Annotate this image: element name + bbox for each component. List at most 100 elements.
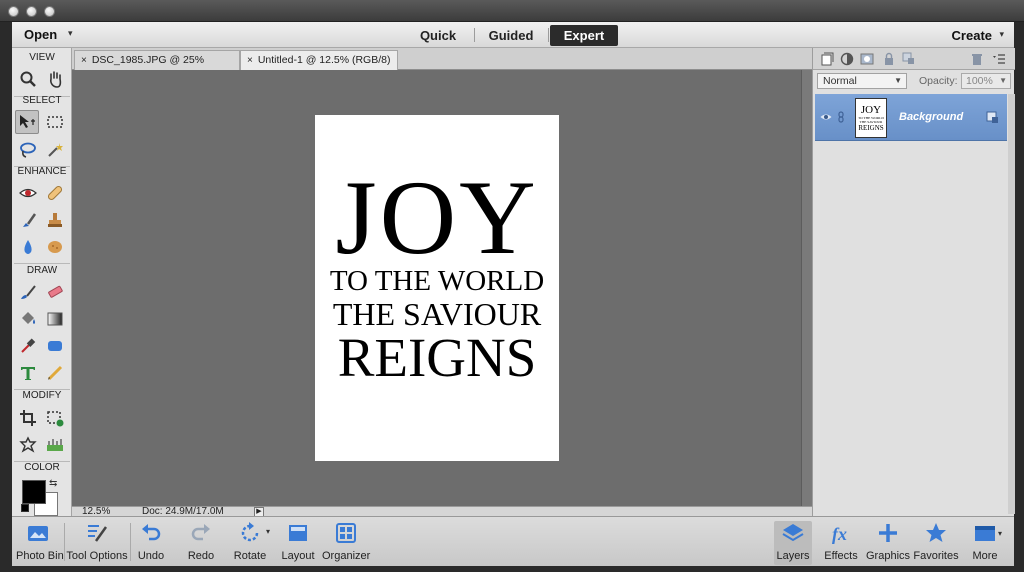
- layers-scrollbar[interactable]: [1008, 94, 1015, 514]
- eraser-icon: [48, 285, 63, 298]
- layout-button[interactable]: Layout: [280, 521, 316, 565]
- visibility-eye-icon[interactable]: [820, 111, 832, 123]
- blur-tool[interactable]: [16, 235, 40, 259]
- layer-name[interactable]: Background: [899, 111, 963, 123]
- canvas-text-to-the-world: TO THE WORLD: [329, 265, 545, 297]
- tab-dsc-1985[interactable]: ×DSC_1985.JPG @ 25% (RGB/8) *: [74, 50, 240, 85]
- cookie-cutter-tool[interactable]: [16, 433, 40, 457]
- mode-quick[interactable]: Quick: [410, 25, 466, 46]
- undo-button[interactable]: Undo: [136, 521, 166, 565]
- lock-transparent-button[interactable]: [901, 51, 917, 67]
- eyedropper-tool[interactable]: [16, 334, 40, 358]
- organizer-button[interactable]: Organizer: [322, 521, 370, 565]
- rotate-button[interactable]: Rotate: [232, 521, 268, 565]
- layer-row-background[interactable]: JOY TO THE WORLD THE SAVIOUR REIGNS Back…: [815, 94, 1007, 141]
- brush-icon: [23, 213, 37, 227]
- marquee-tool[interactable]: [43, 110, 67, 134]
- eraser-tool[interactable]: [43, 280, 67, 304]
- gradient-tool[interactable]: [43, 307, 67, 331]
- gradient-icon: [47, 312, 63, 326]
- chevron-down-icon[interactable]: ▾: [68, 28, 73, 39]
- spot-healing-tool[interactable]: [43, 181, 67, 205]
- zoom-tool[interactable]: [16, 67, 40, 91]
- stamp-icon: [48, 213, 62, 227]
- more-button[interactable]: More: [968, 521, 1002, 565]
- canvas-area[interactable]: JOY TO THE WORLD THE SAVIOUR REIGNS: [72, 70, 801, 506]
- chevron-down-icon: ▼: [894, 76, 902, 85]
- sponge-icon: [48, 241, 62, 253]
- blend-mode-value: Normal: [823, 75, 857, 87]
- magic-wand-icon: [48, 143, 63, 157]
- create-menu[interactable]: Create: [952, 28, 992, 43]
- mode-expert[interactable]: Expert: [550, 25, 618, 46]
- mode-guided[interactable]: Guided: [480, 25, 542, 46]
- link-icon[interactable]: [836, 111, 846, 123]
- divider: [64, 523, 65, 561]
- section-label-draw: DRAW: [26, 265, 58, 276]
- favorites-button[interactable]: Favorites: [912, 521, 960, 565]
- close-icon[interactable]: ×: [247, 55, 253, 66]
- document-canvas[interactable]: JOY TO THE WORLD THE SAVIOUR REIGNS: [315, 115, 559, 461]
- graphics-button[interactable]: Graphics: [866, 521, 910, 565]
- chevron-down-icon[interactable]: ▾: [999, 29, 1004, 40]
- smart-brush-tool[interactable]: [16, 208, 40, 232]
- divider: [130, 523, 131, 561]
- mask-icon: [860, 53, 874, 65]
- lasso-tool[interactable]: [16, 138, 40, 162]
- clone-stamp-tool[interactable]: [43, 208, 67, 232]
- blend-mode-select[interactable]: Normal ▼: [817, 73, 907, 89]
- opacity-label: Opacity:: [919, 75, 958, 87]
- close-window-button[interactable]: [8, 6, 19, 17]
- photo-bin-button[interactable]: Photo Bin: [16, 521, 64, 565]
- sponge-tool[interactable]: [43, 235, 67, 259]
- add-mask-button[interactable]: [859, 51, 875, 67]
- layers-button[interactable]: Layers: [774, 521, 812, 565]
- recompose-tool[interactable]: [43, 406, 67, 430]
- shape-tool[interactable]: [43, 334, 67, 358]
- zoom-window-button[interactable]: [44, 6, 55, 17]
- layers-panel: Normal ▼ Opacity: 100% ▼ JOY TO THE WORL…: [812, 48, 1015, 516]
- magic-wand-tool[interactable]: [43, 138, 67, 162]
- paint-bucket-tool[interactable]: [16, 307, 40, 331]
- close-icon[interactable]: ×: [81, 55, 87, 66]
- chevron-down-icon: ▼: [999, 76, 1007, 85]
- magnifier-icon: [20, 71, 36, 87]
- move-tool[interactable]: [15, 110, 39, 134]
- straighten-tool[interactable]: [43, 433, 67, 457]
- chevron-down-icon[interactable]: ▾: [998, 529, 1002, 538]
- foreground-color-swatch[interactable]: [22, 480, 46, 504]
- photo-bin-label: Photo Bin: [16, 550, 64, 562]
- tab-untitled-1[interactable]: ×Untitled-1 @ 12.5% (RGB/8) *: [240, 50, 398, 85]
- pencil-icon: [47, 365, 63, 381]
- lock-all-button[interactable]: [881, 51, 897, 67]
- default-colors-icon[interactable]: [21, 504, 29, 512]
- section-label-enhance: ENHANCE: [17, 166, 67, 177]
- new-layer-button[interactable]: [819, 51, 835, 67]
- swap-colors-icon[interactable]: ⇆: [49, 478, 57, 489]
- hand-tool[interactable]: [43, 67, 67, 91]
- thumb-text-joy: JOY: [860, 104, 882, 116]
- rotate-icon: [241, 522, 259, 542]
- layer-thumbnail[interactable]: JOY TO THE WORLD THE SAVIOUR REIGNS: [855, 98, 887, 138]
- brush-tool[interactable]: [16, 280, 40, 304]
- minimize-window-button[interactable]: [26, 6, 37, 17]
- type-tool[interactable]: [16, 361, 40, 385]
- chevron-down-icon[interactable]: ▾: [266, 527, 270, 536]
- vertical-scrollbar[interactable]: [801, 70, 812, 506]
- red-eye-tool[interactable]: [16, 181, 40, 205]
- opacity-field[interactable]: 100% ▼: [961, 73, 1011, 89]
- text-t-icon: [21, 367, 35, 380]
- panel-menu-button[interactable]: [991, 51, 1007, 67]
- water-drop-icon: [24, 240, 32, 254]
- open-menu[interactable]: Open: [24, 27, 57, 42]
- redo-button[interactable]: Redo: [186, 521, 216, 565]
- document-tab-bar: ×DSC_1985.JPG @ 25% (RGB/8) * ×Untitled-…: [72, 48, 812, 85]
- tool-options-button[interactable]: Tool Options: [66, 521, 128, 565]
- eyedropper-icon: [21, 338, 36, 353]
- more-icon: [975, 526, 995, 541]
- pencil-tool[interactable]: [43, 361, 67, 385]
- crop-tool[interactable]: [16, 406, 40, 430]
- effects-button[interactable]: fx Effects: [822, 521, 860, 565]
- delete-layer-button[interactable]: [969, 51, 985, 67]
- new-fill-layer-button[interactable]: [839, 51, 855, 67]
